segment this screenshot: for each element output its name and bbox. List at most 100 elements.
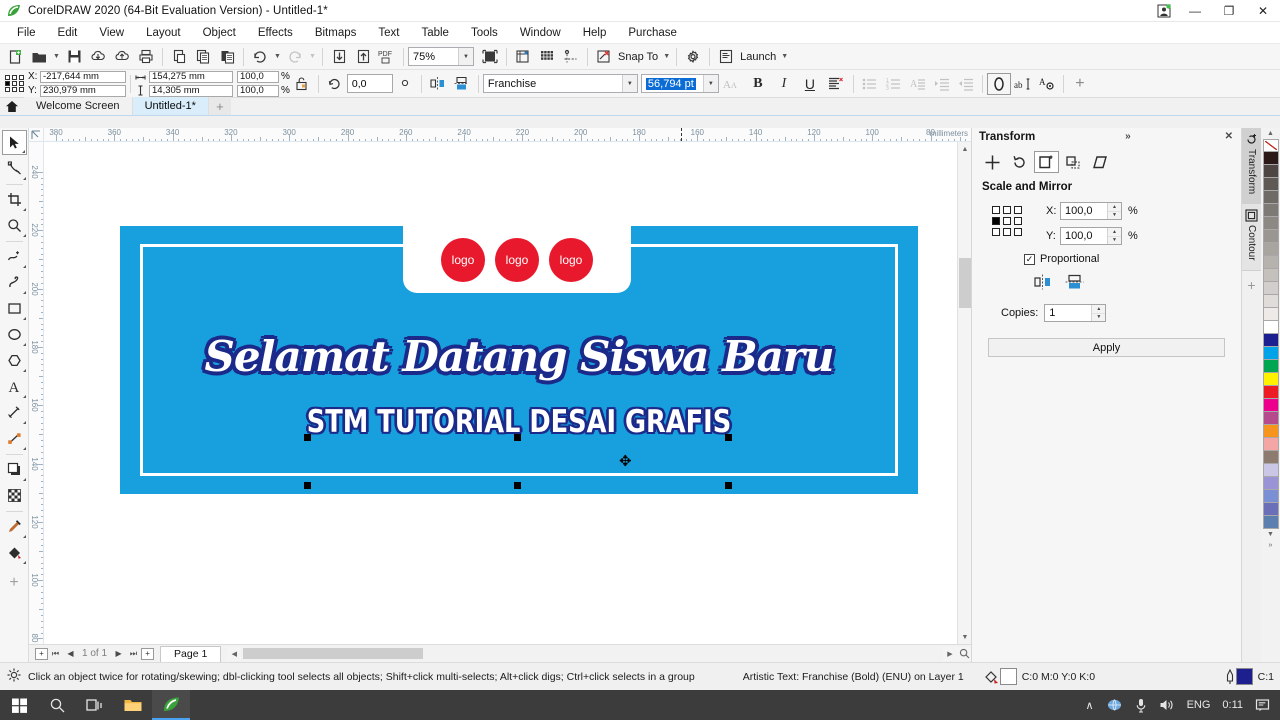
parallel-dimension-tool[interactable]	[2, 400, 27, 425]
menu-tools[interactable]: Tools	[460, 23, 509, 43]
proportional-row[interactable]: ✓ Proportional	[1024, 253, 1233, 265]
interactive-fill-tool[interactable]	[2, 540, 27, 565]
export-icon[interactable]	[351, 45, 375, 69]
notification-icon[interactable]	[1249, 698, 1276, 712]
outline-color-swatch[interactable]	[1235, 668, 1253, 685]
snap-to-label[interactable]: Snap To	[616, 51, 661, 63]
y-position-input[interactable]: 230,979 mm	[40, 84, 126, 97]
palette-swatch[interactable]	[1262, 308, 1279, 321]
menu-bitmaps[interactable]: Bitmaps	[304, 23, 368, 43]
x-position-input[interactable]: -217,644 mm	[40, 70, 126, 83]
menu-layout[interactable]: Layout	[135, 23, 192, 43]
copy-icon[interactable]	[191, 45, 215, 69]
new-tab-button[interactable]: +	[208, 97, 231, 115]
palette-swatch[interactable]	[1262, 373, 1279, 386]
palette-swatch[interactable]	[1262, 191, 1279, 204]
minimize-button[interactable]: —	[1178, 0, 1212, 22]
skew-tab[interactable]	[1088, 151, 1113, 173]
pick-tool[interactable]	[1, 130, 27, 155]
add-docker-button[interactable]: +	[1247, 277, 1255, 293]
text-tool[interactable]: A	[2, 374, 27, 399]
options-gear-icon[interactable]	[681, 45, 705, 69]
palette-swatch[interactable]	[1262, 243, 1279, 256]
restore-button[interactable]: ❐	[1212, 0, 1246, 22]
user-account-icon[interactable]	[1150, 0, 1178, 22]
stepper-down-icon[interactable]: ▼	[1108, 210, 1121, 220]
proportional-checkbox[interactable]: ✓	[1024, 253, 1035, 265]
save-to-cloud-icon[interactable]	[86, 45, 110, 69]
size-tab[interactable]	[1061, 151, 1086, 173]
menu-effects[interactable]: Effects	[247, 23, 304, 43]
clock[interactable]: 0:11	[1216, 699, 1249, 711]
zoom-level-combo[interactable]: 75% ▼	[408, 47, 474, 66]
stepper-up-icon[interactable]: ▲	[1108, 228, 1121, 236]
scroll-right-button[interactable]: ▶	[943, 646, 957, 661]
search-icon[interactable]	[38, 690, 76, 720]
new-document-icon[interactable]	[3, 45, 27, 69]
tab-untitled-1[interactable]: Untitled-1*	[132, 97, 209, 115]
apply-button[interactable]: Apply	[988, 338, 1225, 357]
cut-icon[interactable]	[167, 45, 191, 69]
menu-object[interactable]: Object	[192, 23, 247, 43]
more-options-plus-icon[interactable]: +	[1068, 72, 1092, 96]
palette-swatch[interactable]	[1262, 152, 1279, 165]
selection-handle-bottom-left[interactable]	[304, 482, 311, 489]
position-tab[interactable]	[980, 151, 1005, 173]
menu-text[interactable]: Text	[367, 23, 410, 43]
palette-scroll-down-icon[interactable]: ▼	[1261, 529, 1280, 540]
menu-edit[interactable]: Edit	[47, 23, 89, 43]
scale-x-stepper[interactable]: ▲ ▼	[1107, 203, 1121, 219]
horizontal-scroll-thumb[interactable]	[243, 648, 424, 659]
copies-stepper[interactable]: ▲ ▼	[1091, 305, 1106, 322]
print-icon[interactable]	[134, 45, 158, 69]
page-tab-page-1[interactable]: Page 1	[160, 645, 222, 662]
snap-to-icon[interactable]	[592, 45, 616, 69]
redo-icon[interactable]	[283, 45, 307, 69]
zoom-tool[interactable]	[2, 213, 27, 238]
scale-x-input[interactable]: 100,0	[237, 70, 279, 83]
task-view-icon[interactable]	[76, 690, 114, 720]
language-indicator[interactable]: ENG	[1181, 699, 1217, 711]
show-grid-icon[interactable]	[535, 45, 559, 69]
tray-chevron-up-icon[interactable]: ∧	[1080, 699, 1100, 712]
logo-circle[interactable]: logo	[549, 237, 593, 282]
drop-shadow-tool[interactable]	[2, 457, 27, 482]
object-height-input[interactable]: 14,305 mm	[149, 84, 233, 97]
palette-swatch[interactable]	[1262, 425, 1279, 438]
palette-swatch[interactable]	[1262, 334, 1279, 347]
vertical-ruler[interactable]: 2402202001801601401201008060	[29, 142, 44, 644]
font-size-combo[interactable]: 56,794 pt ▼	[640, 74, 719, 93]
rotation-angle-icon[interactable]	[323, 72, 347, 96]
rotate-tab[interactable]	[1007, 151, 1032, 173]
logo-circle[interactable]: logo	[495, 237, 539, 282]
customize-toolbox-button[interactable]: +	[2, 570, 27, 595]
palette-swatch[interactable]	[1262, 516, 1279, 529]
italic-button[interactable]: I	[771, 72, 797, 96]
first-page-button[interactable]: ⏮	[48, 646, 63, 661]
stepper-down-icon[interactable]: ▼	[1092, 312, 1106, 322]
selection-handle-top-right[interactable]	[725, 434, 732, 441]
status-outline-group[interactable]: C:1	[1224, 668, 1276, 685]
windows-start-icon[interactable]	[0, 690, 38, 720]
shape-tool[interactable]	[2, 156, 27, 181]
stepper-down-icon[interactable]: ▼	[1108, 235, 1121, 245]
chevron-down-icon[interactable]: ▼	[702, 75, 718, 92]
menu-table[interactable]: Table	[410, 23, 460, 43]
straight-line-connector-tool[interactable]	[2, 426, 27, 451]
palette-swatch[interactable]	[1262, 295, 1279, 308]
chevron-down-icon[interactable]: ▼	[458, 48, 473, 65]
menu-purchase[interactable]: Purchase	[617, 23, 688, 43]
network-icon[interactable]	[1100, 698, 1129, 712]
rotation-angle-input[interactable]: 0,0	[346, 74, 393, 93]
status-fill-group[interactable]: C:0 M:0 Y:0 K:0	[984, 668, 1095, 685]
scale-x-input[interactable]: 100,0 ▲ ▼	[1060, 202, 1122, 220]
scroll-up-button[interactable]: ▲	[958, 142, 971, 156]
palette-swatch[interactable]	[1262, 178, 1279, 191]
drawing-canvas[interactable]: logo logo logo Selamat Datang Siswa Baru…	[44, 142, 971, 644]
anchor-point-selector[interactable]	[5, 75, 24, 92]
menu-view[interactable]: View	[88, 23, 135, 43]
mirror-vertical-icon[interactable]	[1064, 273, 1084, 290]
palette-scroll-up-icon[interactable]: ▲	[1261, 128, 1280, 139]
palette-swatch[interactable]	[1262, 412, 1279, 425]
interactive-outline-icon[interactable]	[986, 72, 1011, 95]
